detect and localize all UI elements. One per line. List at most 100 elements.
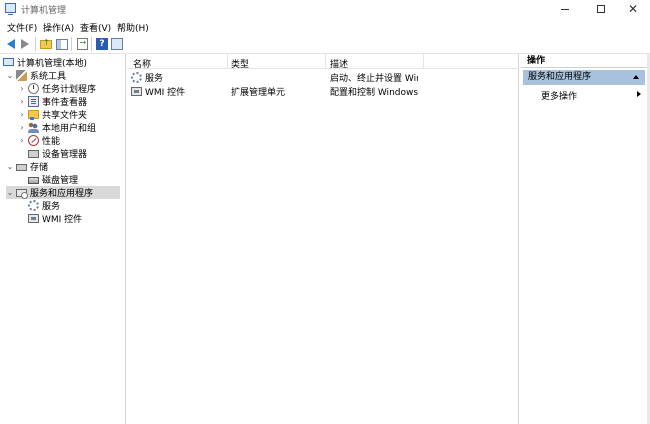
list-header: 名称 类型 描述 xyxy=(127,54,519,70)
tree-item-local-users[interactable]: › 本地用户和组 xyxy=(18,121,96,134)
tree-item-services[interactable]: 服务 xyxy=(28,199,60,212)
console-tree: 计算机管理(本地) ⌄ 系统工具 › 任务计划程序 › 事件查看器 › 共享文件… xyxy=(0,54,126,424)
toolbar-separator xyxy=(71,37,72,51)
export-list-button[interactable] xyxy=(75,37,89,51)
tree-item-label: 存储 xyxy=(30,163,49,173)
tree-item-performance[interactable]: › 性能 xyxy=(18,134,60,147)
column-divider[interactable] xyxy=(325,54,326,69)
clock-icon xyxy=(28,83,39,94)
show-hide-tree-icon xyxy=(56,38,68,50)
performance-gauge-icon xyxy=(28,135,39,146)
back-arrow-icon xyxy=(7,39,15,49)
more-actions-item[interactable]: 更多操作 xyxy=(541,89,577,102)
actions-section-services-and-applications[interactable]: 服务和应用程序 xyxy=(523,70,645,85)
tree-item-label: 事件查看器 xyxy=(42,98,88,108)
tree-item-label: 共享文件夹 xyxy=(42,111,88,121)
close-button[interactable]: ✕ xyxy=(618,0,648,18)
wmi-control-icon xyxy=(28,214,39,223)
actions-header: 操作 xyxy=(521,55,647,68)
actions-section-label: 服务和应用程序 xyxy=(528,72,592,82)
services-gear-icon xyxy=(28,200,39,211)
chevron-right-icon[interactable]: › xyxy=(18,123,26,132)
wmi-control-icon xyxy=(131,87,142,96)
tree-item-device-manager[interactable]: 设备管理器 xyxy=(28,147,87,160)
menu-file[interactable]: 文件(F) xyxy=(7,21,37,34)
chevron-right-icon[interactable]: › xyxy=(18,97,26,106)
chevron-right-icon[interactable]: › xyxy=(18,136,26,145)
submenu-arrow-icon[interactable] xyxy=(637,91,641,97)
tree-item-label: 服务和应用程序 xyxy=(30,189,94,199)
tree-item-label: 服务 xyxy=(42,202,61,212)
help-icon: ? xyxy=(96,38,108,50)
view-icon xyxy=(111,38,123,50)
tree-item-label: 系统工具 xyxy=(30,72,67,82)
tools-icon xyxy=(16,70,27,81)
tree-item-label: 设备管理器 xyxy=(42,150,88,160)
tree-item-label: WMI 控件 xyxy=(42,215,83,225)
column-divider[interactable] xyxy=(227,54,228,69)
list-cell-name: 服务 xyxy=(131,71,225,84)
help-button[interactable]: ? xyxy=(95,37,109,51)
list-cell-type: 扩展管理单元 xyxy=(231,88,286,98)
shared-folder-icon xyxy=(28,110,39,120)
list-cell-name: WMI 控件 xyxy=(131,85,225,98)
toolbar: ? xyxy=(0,34,650,54)
maximize-icon xyxy=(597,5,605,13)
tree-item-label: 任务计划程序 xyxy=(42,85,97,95)
tree-item-shared-folders[interactable]: › 共享文件夹 xyxy=(18,108,87,121)
tree-item-root[interactable]: 计算机管理(本地) xyxy=(3,56,87,69)
chevron-down-icon[interactable]: ⌄ xyxy=(6,162,14,171)
export-list-icon xyxy=(76,38,88,50)
tree-item-storage[interactable]: ⌄ 存储 xyxy=(6,160,48,173)
view-button[interactable] xyxy=(110,37,124,51)
minimize-icon xyxy=(561,8,569,10)
close-icon: ✕ xyxy=(627,2,639,16)
list-row[interactable]: WMI 控件 扩展管理单元 配置和控制 Windows ... xyxy=(127,84,519,98)
menu-view[interactable]: 查看(V) xyxy=(80,21,111,34)
chevron-down-icon[interactable]: ⌄ xyxy=(6,188,14,197)
column-header-name[interactable]: 名称 xyxy=(133,57,151,70)
window-title: 计算机管理 xyxy=(21,6,67,16)
up-folder-icon xyxy=(40,38,52,49)
toolbar-separator xyxy=(35,37,36,51)
maximize-button[interactable] xyxy=(586,0,616,18)
tree-item-label: 计算机管理(本地) xyxy=(17,59,88,69)
up-one-level-button[interactable] xyxy=(39,37,53,51)
list-row[interactable]: 服务 启动、终止并设置 Win... xyxy=(127,70,519,84)
disk-icon xyxy=(28,177,39,184)
column-header-type[interactable]: 类型 xyxy=(231,57,249,70)
list-cell-description: 配置和控制 Windows ... xyxy=(330,88,420,98)
back-button[interactable] xyxy=(4,37,18,51)
tree-item-disk-management[interactable]: 磁盘管理 xyxy=(28,173,78,186)
forward-arrow-icon xyxy=(21,39,29,49)
chevron-right-icon[interactable]: › xyxy=(18,110,26,119)
tree-item-event-viewer[interactable]: › 事件查看器 xyxy=(18,95,87,108)
show-hide-tree-button[interactable] xyxy=(55,37,69,51)
chevron-right-icon[interactable]: › xyxy=(18,84,26,93)
users-icon xyxy=(28,122,39,133)
column-divider[interactable] xyxy=(423,54,424,69)
list-item-name: 服务 xyxy=(145,74,164,84)
menu-help[interactable]: 帮助(H) xyxy=(117,21,149,34)
tree-item-wmi-control[interactable]: WMI 控件 xyxy=(28,212,82,225)
column-header-description[interactable]: 描述 xyxy=(330,57,348,70)
title-bar: 计算机管理 ✕ xyxy=(0,0,650,18)
event-log-icon xyxy=(28,96,39,107)
tree-item-label: 磁盘管理 xyxy=(42,176,79,186)
device-manager-icon xyxy=(28,150,39,158)
tree-item-services-and-applications[interactable]: ⌄ 服务和应用程序 xyxy=(6,186,120,199)
tree-item-system-tools[interactable]: ⌄ 系统工具 xyxy=(6,69,66,82)
chevron-down-icon[interactable]: ⌄ xyxy=(6,71,14,80)
actions-pane: 操作 服务和应用程序 更多操作 xyxy=(521,54,647,424)
computer-management-icon xyxy=(5,3,16,15)
collapse-up-icon[interactable] xyxy=(633,75,639,79)
forward-button[interactable] xyxy=(18,37,32,51)
menu-action[interactable]: 操作(A) xyxy=(43,21,74,34)
tree-item-task-scheduler[interactable]: › 任务计划程序 xyxy=(18,82,96,95)
menu-bar: 文件(F) 操作(A) 查看(V) 帮助(H) xyxy=(0,18,650,34)
list-cell-description: 启动、终止并设置 Win... xyxy=(330,74,418,84)
computer-icon xyxy=(3,57,14,66)
minimize-button[interactable] xyxy=(550,0,580,18)
list-item-name: WMI 控件 xyxy=(145,88,186,98)
result-list: 名称 类型 描述 服务 启动、终止并设置 Win... WMI 控件 扩展管理单… xyxy=(127,54,519,424)
